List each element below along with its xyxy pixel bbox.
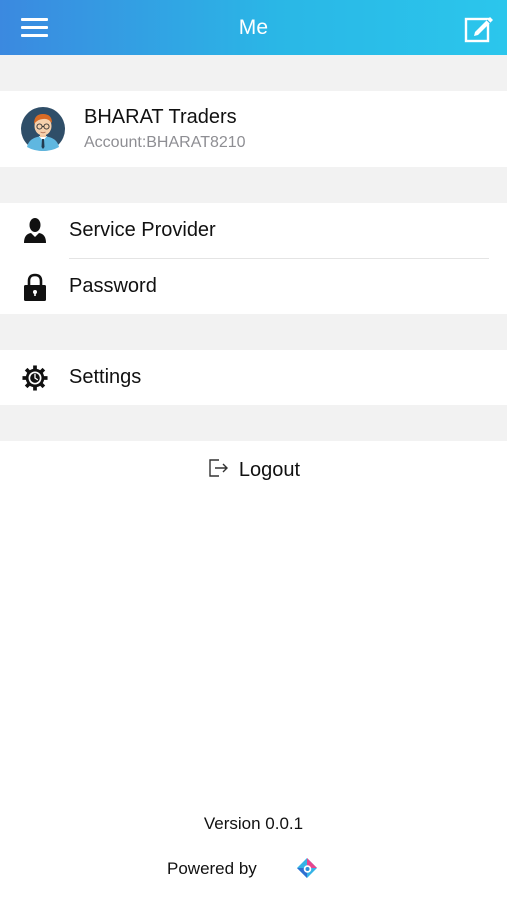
logout-button[interactable]: Logout (0, 455, 507, 485)
edit-icon[interactable] (464, 13, 494, 43)
user-avatar (21, 107, 65, 151)
page-title: Me (238, 15, 269, 39)
me-screen: Me BHARAT Traders Account:BHARAT8210 Ser… (0, 0, 507, 900)
service-provider-label: Service Provider (69, 219, 216, 241)
account-id: Account:BHARAT8210 (84, 134, 246, 151)
section-gap (0, 55, 507, 91)
person-icon (24, 218, 46, 243)
navigation-bar: Me (0, 0, 507, 55)
section-gap (0, 405, 507, 441)
password-label: Password (69, 275, 157, 297)
profile-card[interactable]: BHARAT Traders Account:BHARAT8210 (0, 91, 507, 167)
settings-row[interactable]: Settings (0, 350, 507, 405)
settings-label: Settings (69, 366, 142, 388)
section-gap (0, 167, 507, 203)
app-settings-group: Settings (0, 350, 507, 405)
section-gap (0, 314, 507, 350)
menu-icon[interactable] (21, 17, 48, 37)
gear-icon (22, 365, 48, 391)
lock-icon (24, 273, 46, 301)
logout-icon (209, 459, 228, 477)
brand-logo (297, 858, 317, 878)
logout-label: Logout (238, 458, 301, 481)
password-row[interactable]: Password (0, 259, 507, 314)
user-name: BHARAT Traders (84, 106, 237, 128)
powered-by-label: Powered by (167, 859, 257, 878)
account-settings-group: Service Provider Password (0, 203, 507, 314)
service-provider-row[interactable]: Service Provider (0, 203, 507, 258)
app-version: Version 0.0.1 (203, 814, 304, 833)
